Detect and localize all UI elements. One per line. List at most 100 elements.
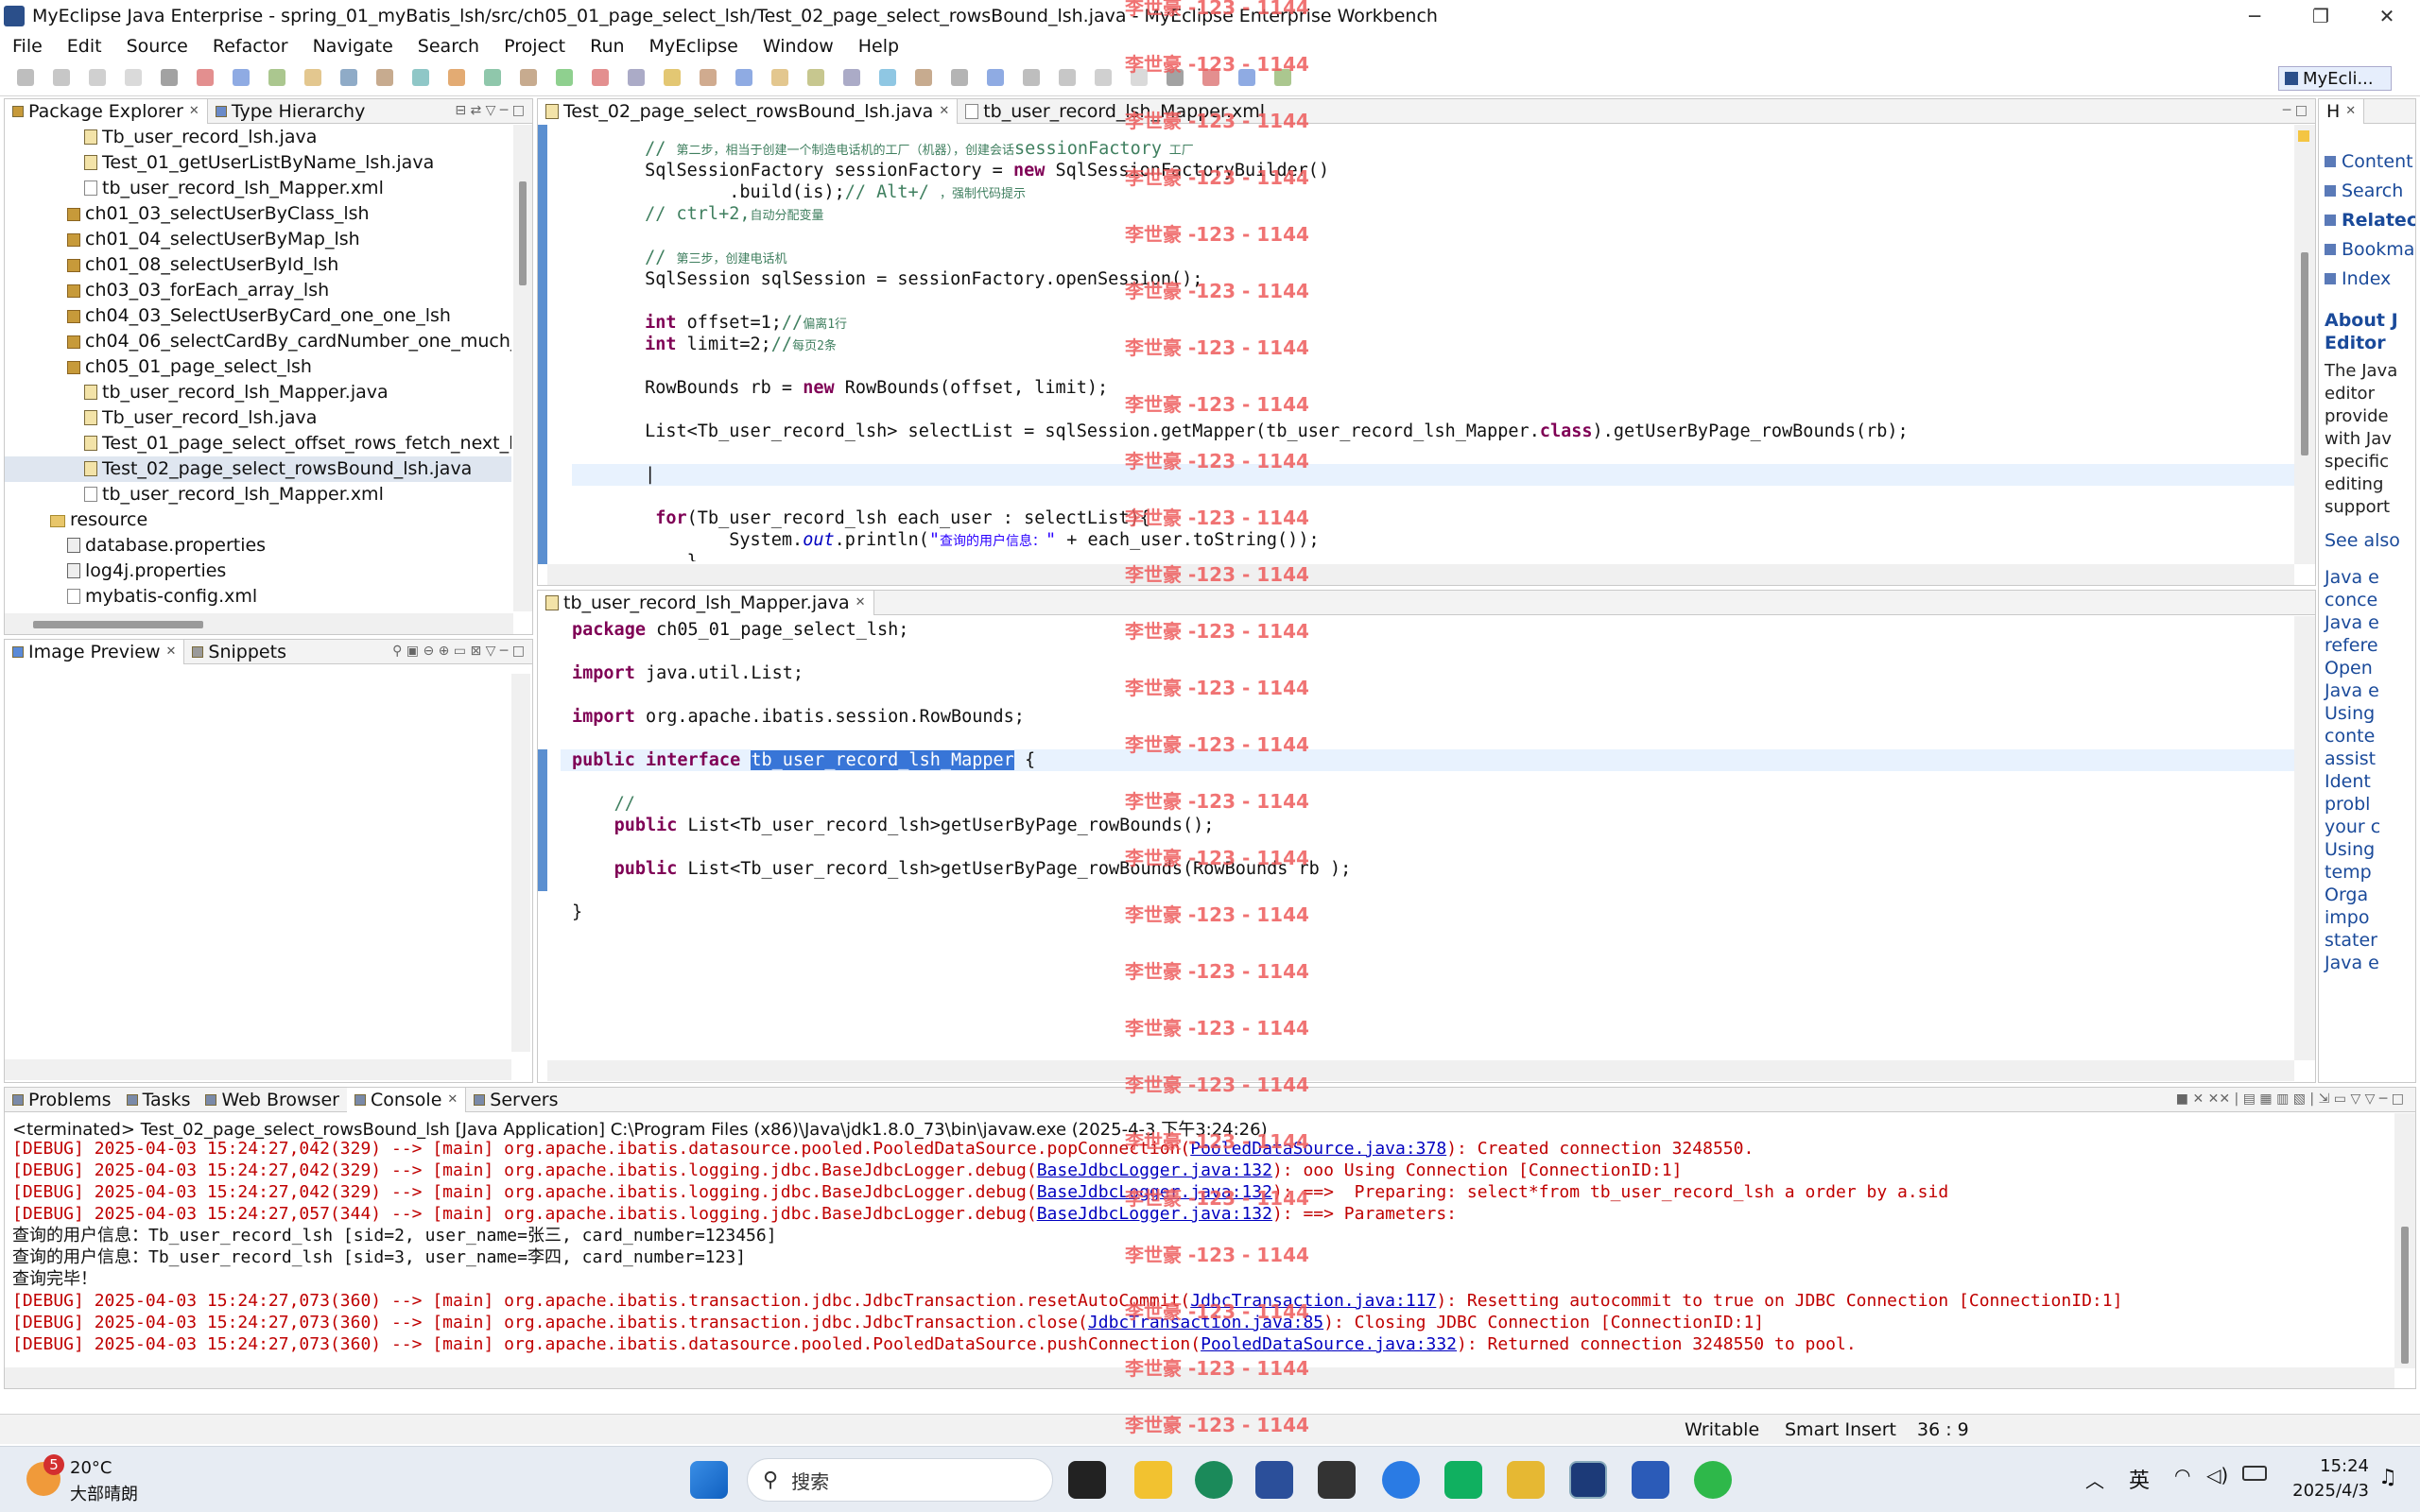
task-view-icon[interactable] (1068, 1461, 1106, 1499)
tab-snippets[interactable]: Snippets (184, 640, 294, 664)
help-link[interactable]: refere (2325, 634, 2380, 657)
toolbar-icon[interactable] (161, 69, 178, 86)
tree-item[interactable]: ch05_01_page_select_lsh (5, 354, 511, 380)
edge-browser-icon[interactable] (1195, 1461, 1233, 1499)
tab-console[interactable]: Console ✕ (346, 1087, 467, 1112)
toolbar-icon[interactable] (233, 69, 250, 86)
tray-chevron-up-icon[interactable]: ︿ (2085, 1466, 2104, 1493)
menu-source[interactable]: Source (114, 36, 200, 57)
tree-item[interactable]: resource (5, 507, 511, 533)
console-toolbar-icon[interactable]: ■ ✕ ✕✕ | ▤ ▦ ▥ ▧ | ⇲ ▭ ▽ ▽ ─ □ (2176, 1091, 2404, 1107)
app-icon[interactable] (1318, 1461, 1356, 1499)
help-link[interactable]: impo (2325, 906, 2380, 929)
tree-item[interactable]: ch03_03_forEach_array_lsh (5, 278, 511, 303)
tree-item[interactable]: ch01_08_selectUserById_lsh (5, 252, 511, 278)
toolbar-icon[interactable] (664, 69, 681, 86)
tree-item[interactable]: Test_01_page_select_offset_rows_fetch_ne… (5, 431, 511, 456)
file-explorer-icon[interactable] (1134, 1461, 1172, 1499)
clock-date[interactable]: 2025/4/3 (2278, 1481, 2369, 1501)
myeclipse-taskbar-icon[interactable] (1569, 1461, 1607, 1499)
tree-item[interactable]: tb_user_record_lsh_Mapper.xml (5, 176, 511, 201)
tree-item[interactable]: log4j.properties (5, 558, 511, 584)
help-link[interactable]: Java e (2325, 611, 2380, 634)
preview-toolbar-icon[interactable]: ⚲ ▣ ⊖ ⊕ ▭ ⊠ ▽ ─ □ (392, 644, 525, 659)
toolbar-icon[interactable] (484, 69, 501, 86)
editor-top-horizontal-scrollbar[interactable] (547, 564, 2294, 585)
taskbar-search[interactable]: ⚲ 搜索 (747, 1458, 1053, 1502)
clock-time[interactable]: 15:24 (2316, 1456, 2369, 1476)
notes-app-icon[interactable] (1444, 1461, 1482, 1499)
tab-type-hierarchy[interactable]: Type Hierarchy (208, 99, 373, 124)
editor-bottom-horizontal-scrollbar[interactable] (547, 1060, 2294, 1081)
preview-horizontal-scrollbar[interactable] (5, 1059, 511, 1080)
menu-window[interactable]: Window (751, 36, 846, 57)
toolbar-icon[interactable] (125, 69, 142, 86)
start-button[interactable] (690, 1461, 728, 1499)
tree-item[interactable]: ch04_06_selectCardBy_cardNumber_one_much… (5, 329, 511, 354)
help-nav-item[interactable]: Search (2325, 180, 2415, 209)
toolbar-icon[interactable] (197, 69, 214, 86)
close-icon[interactable]: ✕ (2345, 104, 2356, 118)
toolbar-icon[interactable] (89, 69, 106, 86)
tree-horizontal-scrollbar[interactable] (5, 613, 513, 634)
toolbar-icon[interactable] (735, 69, 752, 86)
edge-ai-icon[interactable] (1382, 1461, 1420, 1499)
toolbar-icon[interactable] (304, 69, 321, 86)
minimize-button[interactable]: ─ (2221, 0, 2288, 32)
toolbar-icon[interactable] (1023, 69, 1040, 86)
wechat-icon[interactable] (1694, 1461, 1732, 1499)
tab-mapper-java[interactable]: tb_user_record_lsh_Mapper.java ✕ (538, 590, 874, 615)
tab-package-explorer[interactable]: Package Explorer ✕ (5, 98, 208, 124)
help-link[interactable]: Ident (2325, 770, 2380, 793)
editor-minmax-icon[interactable]: ─ □ (2283, 103, 2308, 118)
battery-icon[interactable] (2242, 1466, 2267, 1481)
tree-item[interactable]: ch01_04_selectUserByMap_lsh (5, 227, 511, 252)
menu-project[interactable]: Project (492, 36, 578, 57)
perspective-switcher[interactable]: MyEcli... (2278, 66, 2392, 91)
toolbar-icon[interactable] (340, 69, 357, 86)
toolbar-icon[interactable] (53, 69, 70, 86)
help-nav-item[interactable]: Content (2325, 150, 2415, 180)
help-link[interactable]: Java e (2325, 679, 2380, 702)
tab-web-browser[interactable]: Web Browser (198, 1088, 346, 1112)
help-link[interactable]: Using (2325, 838, 2380, 861)
view-menu-icon[interactable]: ⊟ ⇄ ▽ ─ □ (455, 103, 525, 118)
tree-item[interactable]: database.properties (5, 533, 511, 558)
toolbar-icon[interactable] (628, 69, 645, 86)
ime-indicator[interactable]: 英 (2129, 1464, 2150, 1494)
tree-item[interactable]: tb_user_record_lsh_Mapper.java (5, 380, 511, 405)
photos-icon[interactable] (1507, 1461, 1545, 1499)
help-nav-item[interactable]: Index (2325, 267, 2415, 297)
close-icon[interactable]: ✕ (939, 104, 949, 118)
help-link[interactable]: conte (2325, 725, 2380, 747)
toolbar-icon[interactable] (807, 69, 824, 86)
toolbar-icon[interactable] (268, 69, 285, 86)
volume-icon[interactable]: ◁) (2206, 1464, 2228, 1486)
maximize-button[interactable]: ❐ (2288, 0, 2354, 32)
tab-problems[interactable]: Problems (5, 1088, 119, 1112)
toolbar-icon[interactable] (987, 69, 1004, 86)
preview-vertical-scrollbar[interactable] (511, 674, 530, 1052)
toolbar-icon[interactable] (843, 69, 860, 86)
help-link[interactable]: your c (2325, 816, 2380, 838)
toolbar-icon[interactable] (1059, 69, 1076, 86)
tree-item[interactable]: mybatis-config.xml (5, 584, 511, 610)
store-icon[interactable] (1255, 1461, 1293, 1499)
code-editor-top[interactable]: // 第二步，相当于创建一个制造电话机的工厂（机器），创建会话sessionFa… (561, 138, 2290, 561)
menu-file[interactable]: File (0, 36, 55, 57)
toolbar-icon[interactable] (771, 69, 788, 86)
tree-vertical-scrollbar[interactable] (513, 125, 532, 611)
menu-help[interactable]: Help (846, 36, 911, 57)
toolbar-icon[interactable] (448, 69, 465, 86)
tab-help[interactable]: H ✕ (2319, 99, 2365, 124)
menu-refactor[interactable]: Refactor (200, 36, 301, 57)
help-link[interactable]: Java e (2325, 566, 2380, 589)
toolbar-icon[interactable] (700, 69, 717, 86)
tree-item[interactable]: Test_02_page_select_rowsBound_lsh.java (5, 456, 511, 482)
toolbar-icon[interactable] (520, 69, 537, 86)
close-button[interactable]: ✕ (2354, 0, 2420, 32)
code-editor-bottom[interactable]: package ch05_01_page_select_lsh; import j… (572, 619, 2290, 1054)
tree-item[interactable]: Tb_user_record_lsh.java (5, 405, 511, 431)
tab-servers[interactable]: Servers (466, 1088, 565, 1112)
menu-search[interactable]: Search (406, 36, 492, 57)
